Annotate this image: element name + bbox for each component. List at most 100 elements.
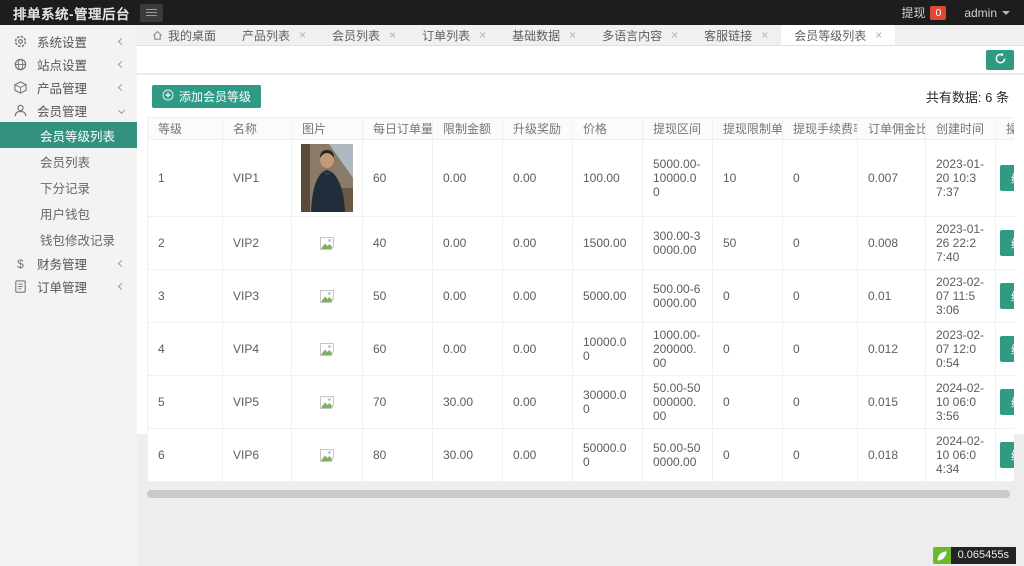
edit-button[interactable]: 编辑 bbox=[1000, 283, 1014, 309]
sidebar-item-downscore-records[interactable]: 下分记录 bbox=[0, 174, 137, 200]
close-icon[interactable]: × bbox=[299, 29, 306, 41]
col-withdraw-range: 提现区间 bbox=[642, 117, 713, 140]
edit-button-label: 编辑 bbox=[1011, 396, 1014, 410]
edit-button[interactable]: 编辑 bbox=[1000, 165, 1014, 191]
cell-price: 30000.00 bbox=[572, 375, 643, 429]
cell-fee-rate: 0 bbox=[782, 216, 858, 270]
col-image: 图片 bbox=[291, 117, 363, 140]
cell-created: 2024-02-10 06:03:56 bbox=[925, 375, 996, 429]
cell-level: 1 bbox=[147, 139, 223, 217]
col-upgrade-reward: 升级奖励 bbox=[502, 117, 573, 140]
cell-daily-orders: 50 bbox=[362, 269, 433, 323]
tab-product-list[interactable]: 产品列表 × bbox=[229, 25, 319, 45]
cell-level: 4 bbox=[147, 322, 223, 376]
hamburger-menu-icon[interactable] bbox=[140, 3, 163, 22]
cell-daily-orders: 60 bbox=[362, 139, 433, 217]
cell-fee-rate: 0 bbox=[782, 322, 858, 376]
add-member-level-button[interactable]: 添加会员等级 bbox=[152, 85, 262, 108]
sidebar-item-system-settings[interactable]: 系统设置 bbox=[0, 30, 137, 53]
chevron-collapsed-icon bbox=[117, 83, 126, 92]
table-row: 1 VIP1 60 0.00 0.00 100.00 5000.00-10000… bbox=[147, 139, 1014, 217]
table-row: 4 VIP4 60 0.00 0.00 10000.00 1000.00-200… bbox=[147, 322, 1014, 376]
tab-label: 客服链接 bbox=[704, 28, 753, 43]
edit-button[interactable]: 编辑 bbox=[1000, 442, 1014, 468]
cell-commission: 0.012 bbox=[857, 322, 926, 376]
edit-button[interactable]: 编辑 bbox=[1000, 389, 1014, 415]
sidebar-item-label: 钱包修改记录 bbox=[40, 233, 116, 248]
home-icon bbox=[152, 30, 163, 41]
refresh-button[interactable] bbox=[986, 50, 1014, 70]
cell-upgrade-reward: 0.00 bbox=[502, 375, 573, 429]
main-panel: 添加会员等级 共有数据: 6 条 等级 名称 图片 每日订单量 限制金额 升级奖… bbox=[137, 75, 1024, 498]
sidebar-item-member-management[interactable]: 会员管理 bbox=[0, 99, 137, 122]
table-header-row: 等级 名称 图片 每日订单量 限制金额 升级奖励 价格 提现区间 提现限制单数 … bbox=[147, 117, 1014, 140]
close-icon[interactable]: × bbox=[875, 29, 882, 41]
sidebar-item-user-wallet[interactable]: 用户钱包 bbox=[0, 200, 137, 226]
cell-upgrade-reward: 0.00 bbox=[502, 139, 573, 217]
close-icon[interactable]: × bbox=[389, 29, 396, 41]
edit-button[interactable]: 编辑 bbox=[1000, 230, 1014, 256]
scrollbar-thumb[interactable] bbox=[147, 490, 1010, 498]
tab-my-desktop[interactable]: 我的桌面 bbox=[139, 25, 229, 45]
tab-multilanguage-content[interactable]: 多语言内容 × bbox=[589, 25, 691, 45]
user-menu[interactable]: admin bbox=[964, 6, 1010, 20]
close-icon[interactable]: × bbox=[569, 29, 576, 41]
member-photo bbox=[296, 144, 358, 212]
withdraw-menu[interactable]: 提现 0 bbox=[901, 4, 947, 21]
cell-image bbox=[291, 322, 363, 376]
tab-label: 订单列表 bbox=[422, 28, 471, 43]
tab-basic-data[interactable]: 基础数据 × bbox=[499, 25, 589, 45]
sidebar-item-member-level-list[interactable]: 会员等级列表 bbox=[0, 122, 137, 148]
broken-image-icon bbox=[319, 235, 335, 250]
cell-fee-rate: 0 bbox=[782, 139, 858, 217]
sidebar-item-member-list[interactable]: 会员列表 bbox=[0, 148, 137, 174]
member-level-table: 等级 名称 图片 每日订单量 限制金额 升级奖励 价格 提现区间 提现限制单数 … bbox=[147, 117, 1014, 482]
edit-button-label: 编辑 bbox=[1011, 290, 1014, 304]
cell-daily-orders: 40 bbox=[362, 216, 433, 270]
tab-label: 我的桌面 bbox=[168, 28, 217, 43]
sidebar-item-label: 站点设置 bbox=[37, 59, 88, 73]
cell-limit-amount: 30.00 bbox=[432, 375, 503, 429]
edit-button[interactable]: 编辑 bbox=[1000, 336, 1014, 362]
sidebar-item-product-management[interactable]: 产品管理 bbox=[0, 76, 137, 99]
dollar-icon: $ bbox=[17, 256, 24, 271]
cell-commission: 0.007 bbox=[857, 139, 926, 217]
cell-withdraw-range: 1000.00-200000.00 bbox=[642, 322, 713, 376]
cell-actions: 编辑 bbox=[995, 269, 1014, 323]
chevron-expanded-icon bbox=[117, 106, 126, 115]
debug-toolbar[interactable]: 0.065455s bbox=[932, 547, 1016, 564]
sidebar-item-wallet-change-records[interactable]: 钱包修改记录 bbox=[0, 226, 137, 252]
tab-label: 多语言内容 bbox=[602, 28, 663, 43]
cell-price: 50000.00 bbox=[572, 428, 643, 482]
col-commission: 订单佣金比例 bbox=[857, 117, 926, 140]
sidebar-item-label: 系统设置 bbox=[37, 36, 88, 50]
cell-level: 5 bbox=[147, 375, 223, 429]
tab-member-level-list[interactable]: 会员等级列表 × bbox=[781, 25, 896, 45]
chevron-collapsed-icon bbox=[117, 282, 126, 291]
tab-member-list[interactable]: 会员列表 × bbox=[319, 25, 409, 45]
cell-image bbox=[291, 269, 363, 323]
table-container: 等级 名称 图片 每日订单量 限制金额 升级奖励 价格 提现区间 提现限制单数 … bbox=[147, 117, 1014, 482]
cell-commission: 0.018 bbox=[857, 428, 926, 482]
cell-name: VIP5 bbox=[222, 375, 292, 429]
sidebar-item-site-settings[interactable]: 站点设置 bbox=[0, 53, 137, 76]
tab-customer-service-link[interactable]: 客服链接 × bbox=[691, 25, 781, 45]
close-icon[interactable]: × bbox=[761, 29, 768, 41]
sidebar-item-label: 会员管理 bbox=[37, 105, 88, 119]
cell-name: VIP6 bbox=[222, 428, 292, 482]
topbar: 排单系统-管理后台 提现 0 admin bbox=[0, 0, 1024, 25]
cell-limit-amount: 0.00 bbox=[432, 139, 503, 217]
cell-withdraw-limit: 0 bbox=[712, 269, 783, 323]
cell-name: VIP4 bbox=[222, 322, 292, 376]
sidebar-item-finance-management[interactable]: $ 财务管理 bbox=[0, 252, 137, 275]
cell-fee-rate: 0 bbox=[782, 375, 858, 429]
cell-name: VIP3 bbox=[222, 269, 292, 323]
sidebar-item-order-management[interactable]: 订单管理 bbox=[0, 275, 137, 298]
close-icon[interactable]: × bbox=[671, 29, 678, 41]
tab-label: 产品列表 bbox=[242, 28, 291, 43]
cell-withdraw-limit: 10 bbox=[712, 139, 783, 217]
user-icon bbox=[13, 103, 28, 118]
tab-order-list[interactable]: 订单列表 × bbox=[409, 25, 499, 45]
horizontal-scrollbar bbox=[147, 490, 1014, 498]
close-icon[interactable]: × bbox=[479, 29, 486, 41]
